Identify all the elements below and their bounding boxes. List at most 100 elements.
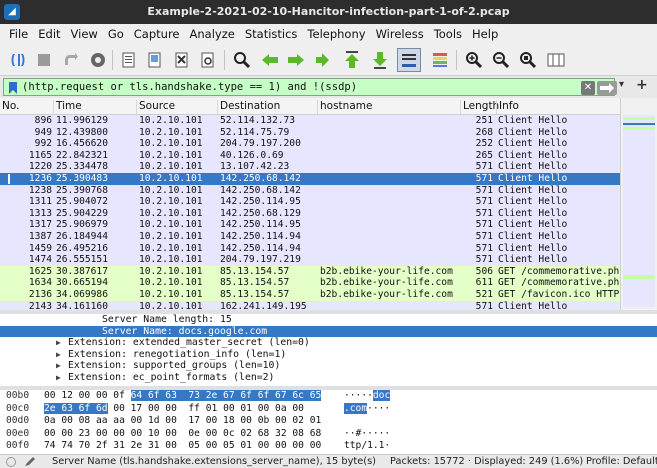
packet-row[interactable]: 1238 25.390768 10.2.10.101 142.250.68.142 57… bbox=[0, 184, 620, 197]
go-forward-icon[interactable] bbox=[284, 48, 308, 72]
detail-tree-item[interactable]: ▶ Extension: supported_groups (len=10) bbox=[0, 360, 657, 372]
capture-comment-icon[interactable] bbox=[24, 457, 36, 467]
expand-arrow-icon[interactable]: ▶ bbox=[56, 360, 61, 372]
stop-capture-icon[interactable] bbox=[32, 48, 56, 72]
menu-item-telephony[interactable]: Telephony bbox=[302, 27, 370, 41]
menu-item-view[interactable]: View bbox=[66, 27, 103, 41]
packet-row[interactable]: 1474 26.555151 10.2.10.101 204.79.197.219 57… bbox=[0, 254, 620, 266]
packet-minimap[interactable] bbox=[623, 115, 655, 307]
start-capture-icon[interactable] bbox=[6, 48, 30, 72]
menu-item-edit[interactable]: Edit bbox=[33, 27, 65, 41]
go-to-packet-icon[interactable] bbox=[310, 48, 334, 72]
packet-row[interactable]: 1634 30.665194 10.2.10.101 85.13.154.57 b2b.… bbox=[0, 277, 620, 289]
packet-info: Client Hello bbox=[498, 161, 568, 173]
packet-time: 30.387617 bbox=[56, 265, 108, 277]
bytes-row[interactable]: 00c0 2e 63 6f 6d 00 17 00 00 ff 01 00 01 … bbox=[0, 402, 657, 416]
packet-list-scrollbar[interactable] bbox=[620, 98, 657, 310]
zoom-in-icon[interactable] bbox=[462, 48, 486, 72]
bytes-offset: 00c0 bbox=[6, 402, 30, 414]
save-file-icon[interactable] bbox=[143, 48, 167, 72]
column-header-length[interactable]: Length bbox=[460, 100, 499, 114]
menu-item-file[interactable]: File bbox=[4, 27, 33, 41]
expand-arrow-icon[interactable]: ▶ bbox=[56, 349, 61, 361]
status-field-info: Server Name (tls.handshake.extensions_se… bbox=[52, 456, 377, 467]
menu-item-analyze[interactable]: Analyze bbox=[185, 27, 240, 41]
menu-item-tools[interactable]: Tools bbox=[429, 27, 467, 41]
packet-row[interactable]: 1165 22.842321 10.2.10.101 40.126.0.69 265 Cl… bbox=[0, 149, 620, 162]
packet-row[interactable]: 1625 30.387617 10.2.10.101 85.13.154.57 b2b.… bbox=[0, 265, 620, 278]
bytes-row[interactable]: 00e0 00 00 23 00 00 00 10 00 0e 00 0c 02 … bbox=[0, 428, 657, 441]
packet-destination: 52.114.75.79 bbox=[220, 126, 290, 138]
menu-item-help[interactable]: Help bbox=[467, 27, 503, 41]
column-header-source[interactable]: Source bbox=[136, 100, 175, 114]
bytes-row[interactable]: 00d0 0a 00 08 aa aa 00 1d 00 17 00 18 00 … bbox=[0, 415, 657, 428]
packet-no: 1459 bbox=[28, 242, 52, 254]
expert-info-icon[interactable] bbox=[6, 457, 16, 467]
add-filter-button-icon[interactable]: + bbox=[636, 77, 648, 93]
packet-info: Client Hello bbox=[498, 242, 568, 254]
bytes-row[interactable]: 00b0 00 12 00 00 0f 64 6f 63 73 2e 67 6f … bbox=[0, 390, 657, 403]
close-file-icon[interactable] bbox=[170, 48, 194, 72]
display-filter-input[interactable]: (http.request or tls.handshake.type == 1… bbox=[3, 78, 617, 96]
filter-history-dropdown-icon[interactable]: ▾ bbox=[619, 79, 624, 90]
packet-source: 10.2.10.101 bbox=[139, 196, 203, 208]
column-header-info[interactable]: Info bbox=[496, 100, 519, 114]
detail-tree-item[interactable]: Server Name: docs.google.com bbox=[0, 325, 657, 338]
expand-arrow-icon[interactable]: ▶ bbox=[56, 372, 61, 384]
packet-row[interactable]: 1459 26.495216 10.2.10.101 142.250.114.94 57… bbox=[0, 242, 620, 255]
menu-item-statistics[interactable]: Statistics bbox=[240, 27, 303, 41]
packet-row[interactable]: 896 11.996129 10.2.10.101 52.114.132.73 251 C… bbox=[0, 115, 620, 127]
detail-tree-item[interactable]: ▶ Extension: ec_point_formats (len=2) bbox=[0, 372, 657, 384]
open-file-icon[interactable] bbox=[117, 48, 141, 72]
bytes-ascii: ··#····· bbox=[344, 428, 390, 441]
column-header-time[interactable]: Time bbox=[53, 100, 82, 114]
packet-no: 1474 bbox=[28, 254, 52, 266]
packet-row[interactable]: 1311 25.904072 10.2.10.101 142.250.114.95 57… bbox=[0, 196, 620, 208]
colorize-icon[interactable] bbox=[428, 48, 452, 72]
bytes-ascii: ·····doc bbox=[344, 390, 391, 403]
menu-item-capture[interactable]: Capture bbox=[129, 27, 185, 41]
reload-file-icon[interactable] bbox=[196, 48, 220, 72]
packet-row[interactable]: 2143 34.161160 10.2.10.101 162.241.149.195 5… bbox=[0, 300, 620, 310]
bytes-row[interactable]: 00f0 74 74 70 2f 31 2e 31 00 05 00 05 01 … bbox=[0, 440, 657, 453]
menu-item-go[interactable]: Go bbox=[103, 27, 129, 41]
title-bar: ◢ Example-2-2021-02-10-Hancitor-infectio… bbox=[0, 0, 657, 24]
zoom-reset-icon[interactable] bbox=[516, 48, 540, 72]
packet-source: 10.2.10.101 bbox=[139, 288, 203, 300]
packet-row[interactable]: 2136 34.069986 10.2.10.101 85.13.154.57 b2b.… bbox=[0, 288, 620, 301]
column-header-hostname[interactable]: hostname bbox=[317, 100, 372, 114]
packet-length: 506 bbox=[475, 265, 493, 277]
packet-time: 34.069986 bbox=[56, 288, 108, 300]
go-first-icon[interactable] bbox=[340, 48, 364, 72]
detail-tree-text: Server Name: docs.google.com bbox=[102, 325, 268, 337]
packet-row[interactable]: 1220 25.334478 10.2.10.101 13.107.42.23 571 C… bbox=[0, 161, 620, 173]
packet-row[interactable]: 1313 25.904229 10.2.10.101 142.250.68.129 57… bbox=[0, 207, 620, 220]
detail-tree-item[interactable]: Server Name length: 15 bbox=[0, 314, 657, 326]
detail-tree-item[interactable]: ▶ Extension: extended_master_secret (len=… bbox=[0, 337, 657, 349]
clear-filter-icon[interactable]: ✕ bbox=[581, 81, 595, 95]
zoom-out-icon[interactable] bbox=[489, 48, 513, 72]
packet-destination: 142.250.114.95 bbox=[220, 196, 301, 208]
bookmark-icon[interactable] bbox=[7, 81, 19, 95]
go-last-icon[interactable] bbox=[368, 48, 392, 72]
status-profile[interactable]: Profile: Default bbox=[586, 456, 657, 467]
find-packet-icon[interactable] bbox=[230, 48, 254, 72]
packet-source: 10.2.10.101 bbox=[139, 219, 203, 231]
bytes-ascii-highlight: doc bbox=[372, 390, 391, 401]
packet-row[interactable]: 1387 26.184944 10.2.10.101 142.250.114.94 57… bbox=[0, 230, 620, 243]
apply-filter-icon[interactable] bbox=[597, 81, 617, 95]
resize-columns-icon[interactable] bbox=[544, 48, 568, 72]
packet-row[interactable]: 949 12.439800 10.2.10.101 52.114.75.79 268 Cl… bbox=[0, 126, 620, 139]
restart-capture-icon[interactable] bbox=[58, 48, 82, 72]
go-back-icon[interactable] bbox=[258, 48, 282, 72]
column-header-no[interactable]: No. bbox=[0, 100, 19, 114]
column-header-destination[interactable]: Destination bbox=[217, 100, 280, 114]
menu-item-wireless[interactable]: Wireless bbox=[371, 27, 429, 41]
packet-row[interactable]: 1317 25.906979 10.2.10.101 142.250.114.95 57… bbox=[0, 219, 620, 231]
detail-tree-item[interactable]: ▶ Extension: renegotiation_info (len=1) bbox=[0, 349, 657, 361]
packet-row[interactable]: 992 16.456620 10.2.10.101 204.79.197.200 252… bbox=[0, 138, 620, 150]
autoscroll-icon[interactable] bbox=[397, 48, 421, 72]
capture-options-icon[interactable] bbox=[86, 48, 110, 72]
expand-arrow-icon[interactable]: ▶ bbox=[56, 337, 61, 349]
packet-row[interactable]: 1236 25.390483 10.2.10.101 142.250.68.142 57… bbox=[0, 172, 620, 185]
